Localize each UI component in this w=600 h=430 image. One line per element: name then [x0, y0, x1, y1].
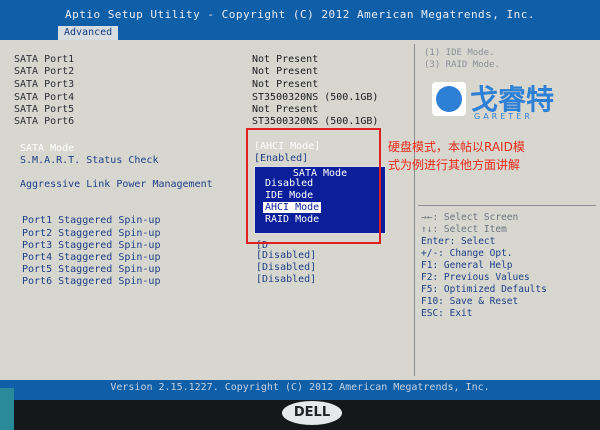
help-top-line2: (3) RAID Mode.: [424, 60, 500, 70]
help-select-item: ↑↓: Select Item: [421, 224, 507, 235]
help-change-opt: +/-: Change Opt.: [421, 248, 513, 259]
sata-port5-value: Not Present: [252, 104, 319, 115]
port3-spinup-label[interactable]: Port3 Staggered Spin-up: [22, 240, 160, 251]
sata-port3-value: Not Present: [252, 79, 319, 90]
sata-port4-label: SATA Port4: [14, 92, 75, 103]
logo-icon: [432, 82, 466, 116]
alpm-label[interactable]: Aggressive Link Power Management: [20, 179, 213, 190]
sata-port6-value: ST3500320NS (500.1GB): [252, 116, 379, 127]
dell-logo: DELL: [282, 401, 342, 425]
help-top-line1: (1) IDE Mode.: [424, 48, 495, 58]
port4-spinup-value[interactable]: [Disabled]: [256, 250, 316, 261]
port2-spinup-label[interactable]: Port2 Staggered Spin-up: [22, 228, 160, 239]
watermark-logo: 戈睿特 GAREТER: [432, 80, 572, 122]
help-f2: F2: Previous Values: [421, 272, 530, 283]
annotation-highlight-box: [246, 128, 381, 244]
sata-port2-label: SATA Port2: [14, 66, 75, 77]
bios-screen: Aptio Setup Utility - Copyright (C) 2012…: [0, 0, 600, 400]
help-f5: F5: Optimized Defaults: [421, 284, 547, 295]
help-esc: ESC: Exit: [421, 308, 473, 319]
sata-port4-value: ST3500320NS (500.1GB): [252, 92, 379, 103]
port6-spinup-value[interactable]: [Disabled]: [256, 274, 316, 285]
port4-spinup-label[interactable]: Port4 Staggered Spin-up: [22, 252, 160, 263]
sata-port1-label: SATA Port1: [14, 54, 75, 65]
port5-spinup-label[interactable]: Port5 Staggered Spin-up: [22, 264, 160, 275]
port5-spinup-value[interactable]: [Disabled]: [256, 262, 316, 273]
sata-port1-value: Not Present: [252, 54, 319, 65]
help-f1: F1: General Help: [421, 260, 513, 271]
sata-port2-value: Not Present: [252, 66, 319, 77]
help-separator: [418, 205, 596, 206]
annotation-line1: 硬盘模式，本帖以RAID模: [388, 140, 525, 154]
tab-advanced[interactable]: Advanced: [58, 26, 119, 40]
bios-title: Aptio Setup Utility - Copyright (C) 2012…: [64, 8, 536, 21]
annotation-line2: 式为例进行其他方面讲解: [388, 158, 521, 172]
sata-mode-label[interactable]: SATA Mode: [20, 143, 74, 154]
help-select-screen: →←: Select Screen: [421, 212, 519, 223]
sata-port3-label: SATA Port3: [14, 79, 75, 90]
help-f10: F10: Save & Reset: [421, 296, 519, 307]
port1-spinup-label[interactable]: Port1 Staggered Spin-up: [22, 215, 160, 226]
footer-version: Version 2.15.1227. Copyright (C) 2012 Am…: [110, 382, 490, 393]
sata-port6-label: SATA Port6: [14, 116, 75, 127]
port6-spinup-label[interactable]: Port6 Staggered Spin-up: [22, 276, 160, 287]
sata-port5-label: SATA Port5: [14, 104, 75, 115]
help-enter: Enter: Select: [421, 236, 496, 247]
help-divider: [414, 44, 415, 376]
monitor-sticker: [0, 388, 14, 430]
smart-label[interactable]: S.M.A.R.T. Status Check: [20, 155, 158, 166]
